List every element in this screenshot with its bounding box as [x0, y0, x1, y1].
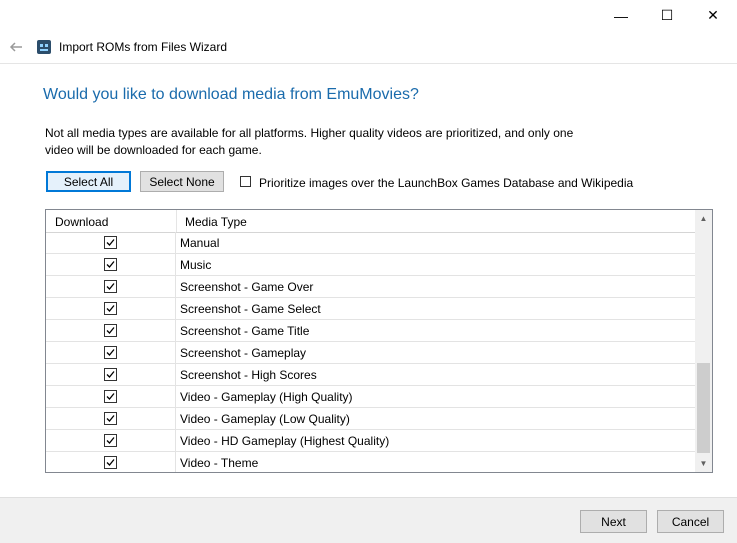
checkmark-icon [106, 349, 115, 356]
checkmark-icon [106, 415, 115, 422]
download-cell [46, 452, 176, 472]
maximize-button[interactable]: ☐ [644, 0, 690, 31]
media-type-cell: Video - HD Gameplay (Highest Quality) [180, 434, 390, 448]
download-checkbox[interactable] [104, 236, 117, 249]
download-checkbox[interactable] [104, 390, 117, 403]
table-row[interactable]: Screenshot - Game Over [46, 276, 695, 298]
close-button[interactable]: ✕ [690, 0, 736, 31]
table-row[interactable]: Screenshot - High Scores [46, 364, 695, 386]
minimize-button[interactable]: — [598, 0, 644, 31]
table-row[interactable]: Manual [46, 232, 695, 254]
wizard-window: — ☐ ✕ Import ROMs from Files Wizard Woul… [0, 0, 737, 543]
column-header-media-type[interactable]: Media Type [185, 215, 247, 229]
media-type-grid: Download Media Type Manual Music Screensho… [45, 209, 713, 473]
scroll-thumb[interactable] [697, 363, 710, 453]
download-checkbox[interactable] [104, 412, 117, 425]
media-type-cell: Video - Gameplay (Low Quality) [180, 412, 350, 426]
download-checkbox[interactable] [104, 302, 117, 315]
download-cell [46, 298, 176, 319]
select-all-button[interactable]: Select All [46, 171, 131, 192]
table-row[interactable]: Screenshot - Gameplay [46, 342, 695, 364]
grid-rows: Manual Music Screenshot - Game Over Screens… [46, 232, 695, 472]
media-type-cell: Screenshot - High Scores [180, 368, 317, 382]
vertical-scrollbar[interactable]: ▲ ▼ [695, 210, 712, 472]
download-cell [46, 342, 176, 363]
cancel-button[interactable]: Cancel [657, 510, 724, 533]
wizard-header: Import ROMs from Files Wizard [0, 31, 737, 63]
page-heading: Would you like to download media from Em… [43, 86, 419, 103]
table-row[interactable]: Video - HD Gameplay (Highest Quality) [46, 430, 695, 452]
download-cell [46, 364, 176, 385]
column-header-download[interactable]: Download [55, 215, 108, 229]
prioritize-label[interactable]: Prioritize images over the LaunchBox Gam… [259, 176, 633, 190]
back-arrow-icon[interactable] [7, 38, 25, 56]
next-button[interactable]: Next [580, 510, 647, 533]
media-type-cell: Screenshot - Gameplay [180, 346, 307, 360]
download-checkbox[interactable] [104, 346, 117, 359]
grid-header: Download Media Type [46, 210, 695, 233]
description-text: Not all media types are available for al… [45, 126, 574, 157]
wizard-content: Would you like to download media from Em… [0, 63, 737, 498]
checkmark-icon [106, 437, 115, 444]
checkmark-icon [106, 371, 115, 378]
wizard-footer: Next Cancel [0, 497, 737, 543]
checkmark-icon [106, 459, 115, 466]
table-row[interactable]: Screenshot - Game Select [46, 298, 695, 320]
download-cell [46, 430, 176, 451]
media-type-cell: Video - Theme [180, 456, 259, 470]
scroll-up-icon[interactable]: ▲ [695, 210, 712, 227]
media-type-cell: Manual [180, 236, 220, 250]
checkmark-icon [106, 393, 115, 400]
download-cell [46, 386, 176, 407]
table-row[interactable]: Video - Theme [46, 452, 695, 472]
window-title: Import ROMs from Files Wizard [59, 40, 228, 54]
scroll-down-icon[interactable]: ▼ [695, 455, 712, 472]
download-cell [46, 232, 176, 253]
table-row[interactable]: Video - Gameplay (Low Quality) [46, 408, 695, 430]
download-checkbox[interactable] [104, 324, 117, 337]
checkmark-icon [106, 327, 115, 334]
download-checkbox[interactable] [104, 456, 117, 469]
media-type-cell: Screenshot - Game Title [180, 324, 310, 338]
download-cell [46, 320, 176, 341]
media-type-cell: Video - Gameplay (High Quality) [180, 390, 353, 404]
download-cell [46, 254, 176, 275]
title-bar: — ☐ ✕ [0, 0, 737, 31]
table-row[interactable]: Music [46, 254, 695, 276]
media-type-cell: Screenshot - Game Over [180, 280, 314, 294]
download-cell [46, 408, 176, 429]
checkmark-icon [106, 283, 115, 290]
media-type-cell: Music [180, 258, 212, 272]
select-none-button[interactable]: Select None [140, 171, 224, 192]
download-cell [46, 276, 176, 297]
table-row[interactable]: Video - Gameplay (High Quality) [46, 386, 695, 408]
media-type-cell: Screenshot - Game Select [180, 302, 321, 316]
prioritize-checkbox[interactable] [240, 176, 251, 187]
download-checkbox[interactable] [104, 368, 117, 381]
download-checkbox[interactable] [104, 280, 117, 293]
checkmark-icon [106, 305, 115, 312]
download-checkbox[interactable] [104, 434, 117, 447]
table-row[interactable]: Screenshot - Game Title [46, 320, 695, 342]
checkmark-icon [106, 239, 115, 246]
launchbox-app-icon [37, 40, 51, 54]
checkmark-icon [106, 261, 115, 268]
column-divider [176, 210, 177, 232]
download-checkbox[interactable] [104, 258, 117, 271]
